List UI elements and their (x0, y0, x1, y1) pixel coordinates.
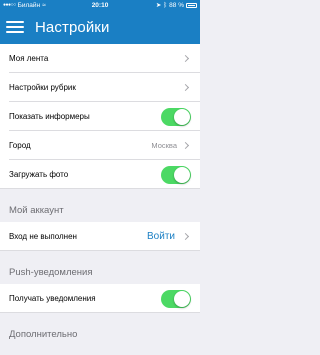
settings-row-label: Настройки рубрик (9, 83, 76, 92)
hamburger-menu-icon[interactable] (3, 15, 27, 39)
chevron-right-icon (181, 141, 190, 150)
settings-row-label: Моя лента (9, 54, 49, 63)
chevron-right-icon (181, 83, 190, 92)
section-header-account: Мой аккаунт (0, 189, 200, 222)
settings-row-informers: Показать информеры (0, 102, 200, 131)
settings-row-label: Город (9, 141, 31, 150)
settings-row-push: Получать уведомления (0, 284, 200, 313)
nav-bar: Настройки (0, 10, 200, 44)
informers-toggle[interactable] (161, 107, 191, 126)
settings-row-label: Показать информеры (9, 112, 90, 121)
status-bar: ●●●○○ Билайн ≈ 20:10 ➤ ᛒ 88 % (0, 0, 200, 10)
settings-row-feed[interactable]: Моя лента (0, 44, 200, 73)
settings-row-login[interactable]: Вход не выполнен Войти (0, 222, 200, 251)
settings-row-label: Вход не выполнен (9, 232, 77, 241)
location-icon: ➤ (155, 2, 162, 9)
status-right: ➤ ᛒ 88 % (156, 1, 197, 9)
chevron-right-icon (181, 232, 190, 241)
settings-row-label: Загружать фото (9, 170, 69, 179)
settings-list: Моя лента Настройки рубрик Показать инфо… (0, 44, 200, 346)
battery-icon (186, 2, 197, 8)
city-value: Москва (151, 141, 177, 150)
chevron-right-icon (181, 54, 190, 63)
photos-toggle[interactable] (161, 165, 191, 184)
settings-row-city[interactable]: Город Москва (0, 131, 200, 160)
login-link[interactable]: Войти (147, 231, 175, 242)
page-title: Настройки (35, 18, 110, 36)
push-toggle[interactable] (161, 289, 191, 308)
settings-row-label: Получать уведомления (9, 294, 96, 303)
settings-row-photos: Загружать фото (0, 160, 200, 189)
settings-row-rubrics[interactable]: Настройки рубрик (0, 73, 200, 102)
battery-percent: 88 % (169, 1, 184, 9)
section-header-push: Push-уведомления (0, 251, 200, 284)
bluetooth-icon: ᛒ (163, 1, 168, 9)
section-header-extra: Дополнительно (0, 313, 200, 346)
